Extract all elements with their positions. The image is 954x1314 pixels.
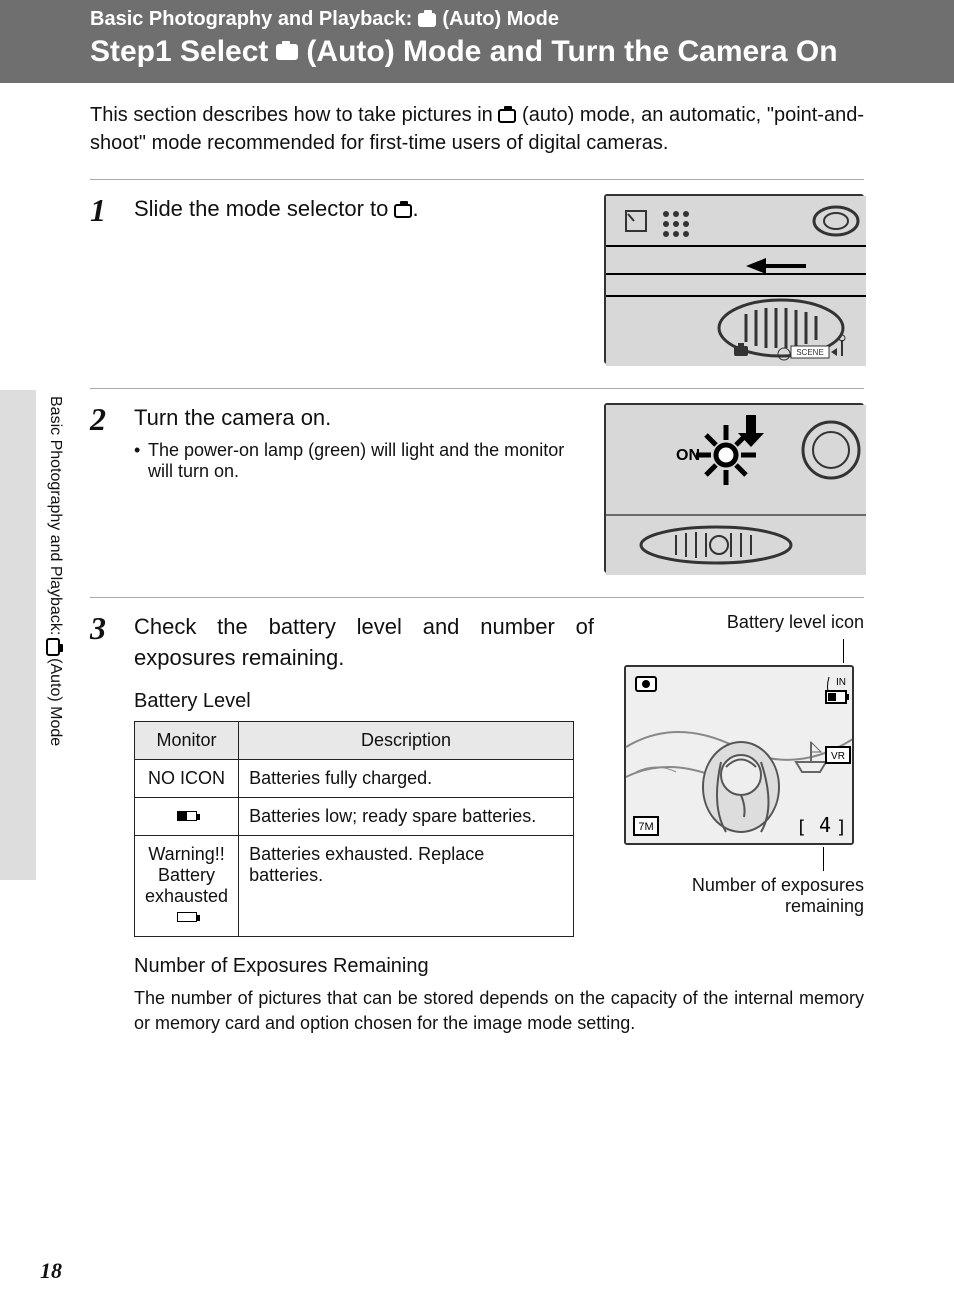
battery-level-heading: Battery Level bbox=[134, 690, 594, 713]
svg-text:[: [ bbox=[796, 817, 807, 838]
camera-power-illustration: ON bbox=[604, 403, 864, 573]
exposures-remaining-body: The number of pictures that can be store… bbox=[134, 986, 864, 1036]
battery-level-table: Monitor Description NO ICON Batteries fu… bbox=[134, 721, 574, 937]
lcd-in-label: IN bbox=[836, 677, 846, 688]
table-row: Batteries low; ready spare batteries. bbox=[135, 797, 574, 835]
description-cell: Batteries fully charged. bbox=[239, 759, 574, 797]
breadcrumb-suffix: (Auto) Mode bbox=[442, 8, 559, 31]
step-2-bullet: The power-on lamp (green) will light and… bbox=[134, 440, 590, 482]
step-2-title: Turn the camera on. bbox=[134, 403, 590, 434]
camera-icon bbox=[418, 13, 436, 27]
mode-selector-illustration: SCENE bbox=[604, 194, 864, 364]
camera-icon bbox=[394, 204, 412, 218]
pointer-line bbox=[843, 639, 844, 663]
breadcrumb-prefix: Basic Photography and Playback: bbox=[90, 8, 412, 31]
header-band: Basic Photography and Playback: (Auto) M… bbox=[0, 0, 954, 83]
title-suffix: (Auto) Mode and Turn the Camera On bbox=[306, 35, 837, 69]
table-row: NO ICON Batteries fully charged. bbox=[135, 759, 574, 797]
breadcrumb: Basic Photography and Playback: (Auto) M… bbox=[90, 8, 934, 31]
table-header-description: Description bbox=[239, 721, 574, 759]
description-cell: Batteries exhausted. Replace batteries. bbox=[239, 835, 574, 936]
battery-half-icon bbox=[177, 811, 197, 821]
caption-l1: Number of exposures bbox=[692, 875, 864, 895]
monitor-cell-halfbattery bbox=[135, 797, 239, 835]
side-tab-suffix: (Auto) Mode bbox=[47, 658, 64, 746]
battery-empty-icon bbox=[177, 912, 197, 922]
step-1-text: Slide the mode selector to . bbox=[134, 194, 590, 225]
exposures-remaining-heading: Number of Exposures Remaining bbox=[134, 955, 864, 978]
step-3-title: Check the battery level and number of ex… bbox=[134, 612, 594, 674]
monitor-cell-warning: Warning!! Battery exhausted bbox=[135, 835, 239, 936]
svg-text:SCENE: SCENE bbox=[796, 348, 824, 357]
divider bbox=[90, 388, 864, 389]
monitor-cell-noicon: NO ICON bbox=[135, 759, 239, 797]
divider bbox=[90, 179, 864, 180]
table-row: Warning!! Battery exhausted Batteries ex… bbox=[135, 835, 574, 936]
lcd-size-label: 7M bbox=[638, 821, 653, 833]
lcd-preview: IN VR 7M [ bbox=[624, 665, 854, 845]
camera-icon bbox=[46, 638, 60, 656]
lcd-remaining-number: 4 bbox=[819, 813, 831, 837]
page-number: 18 bbox=[40, 1258, 62, 1284]
side-tab-label: Basic Photography and Playback: (Auto) M… bbox=[44, 396, 64, 746]
warning-text: Warning!! Battery exhausted bbox=[145, 844, 228, 907]
step-number: 1 bbox=[90, 194, 120, 226]
page-title: Step1 Select (Auto) Mode and Turn the Ca… bbox=[90, 35, 934, 69]
step-1: 1 Slide the mode selector to . bbox=[0, 194, 954, 384]
step-3: 3 Check the battery level and number of … bbox=[0, 612, 954, 1056]
svg-text:VR: VR bbox=[831, 751, 845, 762]
step-2: 2 Turn the camera on. The power-on lamp … bbox=[0, 403, 954, 593]
camera-icon bbox=[498, 109, 516, 123]
intro-paragraph: This section describes how to take pictu… bbox=[0, 83, 954, 175]
table-header-monitor: Monitor bbox=[135, 721, 239, 759]
step-number: 2 bbox=[90, 403, 120, 435]
caption-l2: remaining bbox=[785, 896, 864, 916]
title-prefix: Step1 Select bbox=[90, 35, 268, 69]
battery-icon-label: Battery level icon bbox=[624, 612, 864, 633]
step-1-prefix: Slide the mode selector to bbox=[134, 196, 394, 221]
step-number: 3 bbox=[90, 612, 120, 644]
exposures-remaining-caption: Number of exposures remaining bbox=[624, 875, 864, 917]
svg-text:]: ] bbox=[836, 817, 847, 838]
intro-part1: This section describes how to take pictu… bbox=[90, 104, 498, 126]
step-1-suffix: . bbox=[412, 196, 418, 221]
camera-icon bbox=[276, 44, 298, 60]
page: Basic Photography and Playback: (Auto) M… bbox=[0, 0, 954, 1314]
pointer-line bbox=[823, 847, 824, 871]
divider bbox=[90, 597, 864, 598]
side-tab bbox=[0, 390, 36, 880]
side-tab-prefix: Basic Photography and Playback: bbox=[47, 396, 64, 640]
description-cell: Batteries low; ready spare batteries. bbox=[239, 797, 574, 835]
